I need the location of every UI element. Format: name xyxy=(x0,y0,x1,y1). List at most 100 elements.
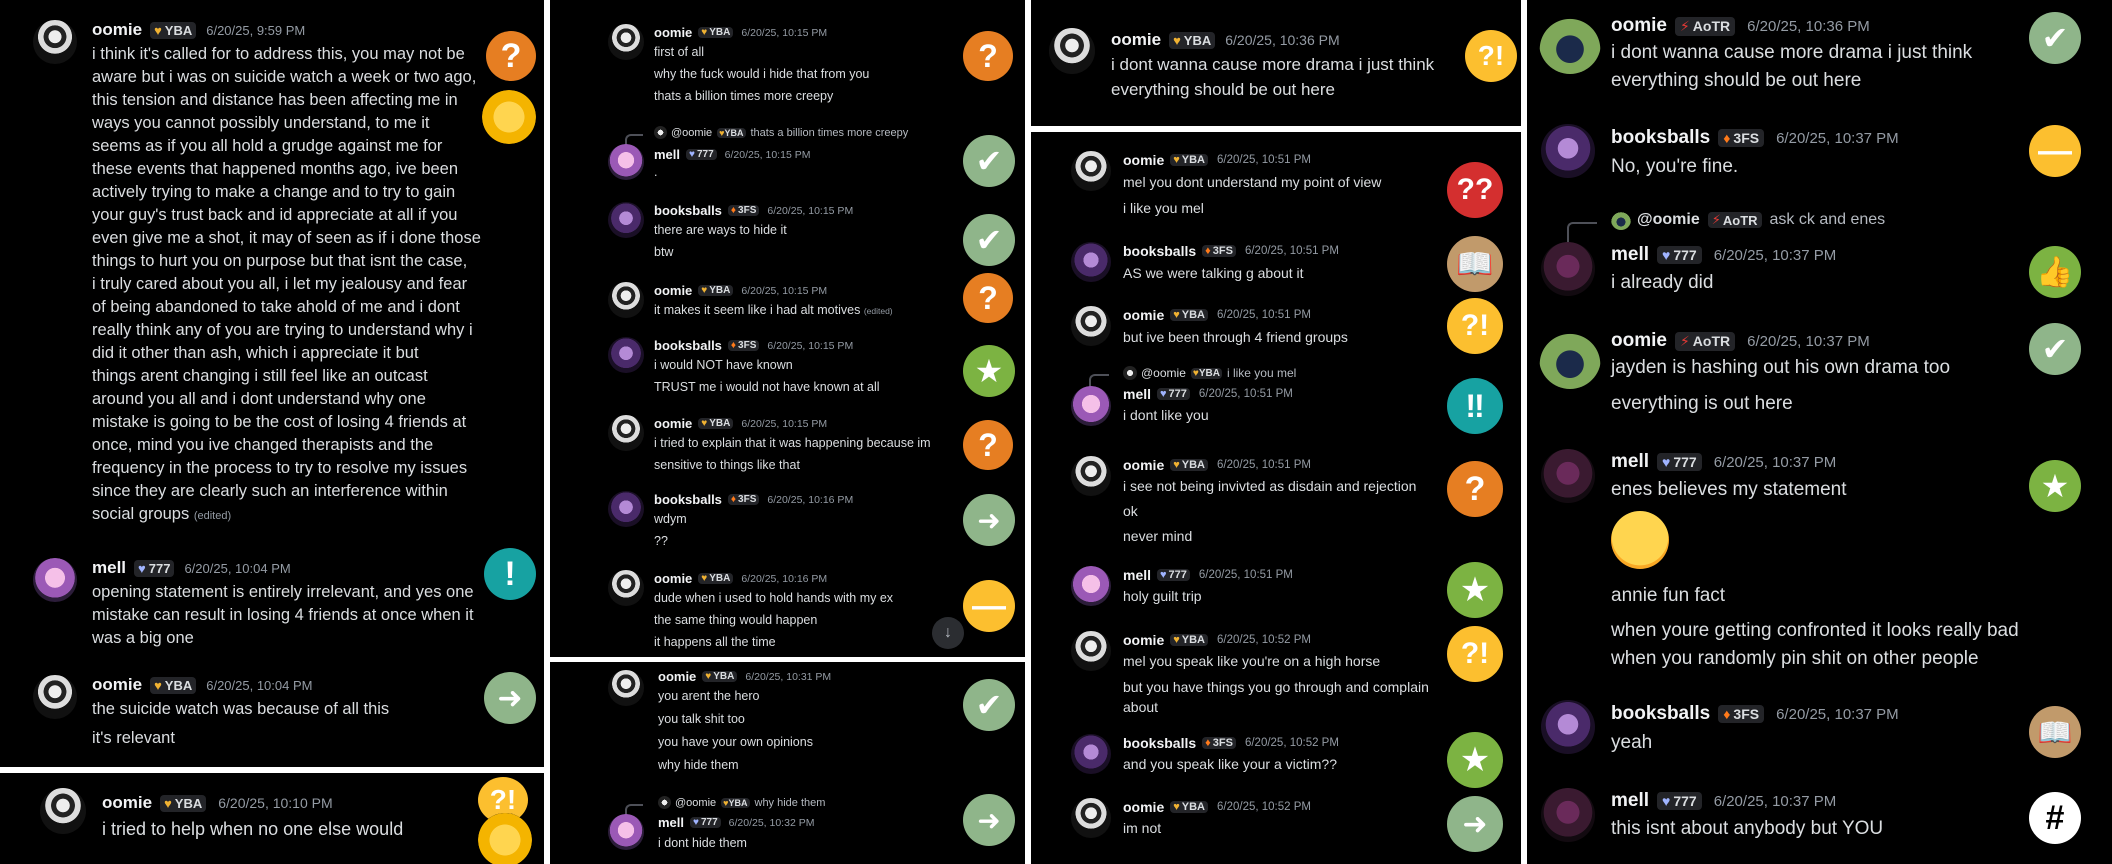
avatar-oomie[interactable] xyxy=(33,675,77,719)
avatar-oomie[interactable] xyxy=(1049,28,1095,74)
guild-tag[interactable]: ♥ YBA xyxy=(160,794,207,812)
guild-tag[interactable]: ♥ YBA xyxy=(698,573,734,584)
reply-preview[interactable]: @oomie ♥ YBA i like you mel xyxy=(1123,366,1296,380)
avatar-booksballs[interactable] xyxy=(1541,124,1595,178)
guild-tag[interactable]: ♥ 777 xyxy=(1157,388,1190,400)
reply-preview[interactable]: @oomie ♥ YBA why hide them xyxy=(658,796,825,809)
reaction-star[interactable]: ★ xyxy=(1447,562,1503,618)
avatar-oomie[interactable] xyxy=(1071,151,1111,191)
username[interactable]: oomie xyxy=(102,793,152,813)
guild-tag[interactable]: ♥ 777 xyxy=(1657,453,1702,471)
avatar-oomie[interactable] xyxy=(608,415,644,451)
username[interactable]: oomie xyxy=(1123,457,1164,473)
username[interactable]: oomie xyxy=(1611,330,1667,352)
reaction-interrobang[interactable]: ?! xyxy=(1447,298,1503,354)
reply-preview[interactable]: @oomie ⚡ AoTR ask ck and enes xyxy=(1611,210,1885,230)
guild-tag[interactable]: ♥ YBA xyxy=(150,21,197,39)
reaction-minus[interactable]: — xyxy=(963,580,1015,632)
avatar-mell[interactable] xyxy=(1071,386,1111,426)
username[interactable]: mell xyxy=(654,147,680,162)
username[interactable]: oomie xyxy=(654,283,692,298)
guild-tag[interactable]: ♥ YBA xyxy=(1170,154,1208,166)
guild-tag[interactable]: ♦ 3FS xyxy=(1202,245,1236,257)
username[interactable]: oomie xyxy=(1123,799,1164,815)
reaction-arrow-right[interactable]: ➜ xyxy=(1447,796,1503,852)
guild-tag[interactable]: ♥ 777 xyxy=(1157,569,1190,581)
username[interactable]: mell xyxy=(1123,386,1151,402)
avatar-oomie[interactable] xyxy=(1071,798,1111,838)
avatar-booksballs[interactable] xyxy=(608,491,644,527)
avatar-mell[interactable] xyxy=(1541,788,1595,842)
guild-tag[interactable]: ♦ 3FS xyxy=(1202,737,1236,749)
avatar-mell[interactable] xyxy=(1071,566,1111,606)
username[interactable]: oomie xyxy=(654,416,692,431)
reaction-question[interactable]: ? xyxy=(963,273,1013,323)
username[interactable]: booksballs xyxy=(1611,127,1710,149)
guild-tag[interactable]: ♥ YBA xyxy=(698,418,734,429)
guild-tag[interactable]: ♦ 3FS xyxy=(727,205,760,216)
reaction-double-question[interactable]: ?? xyxy=(1447,162,1503,218)
avatar-mell[interactable] xyxy=(1541,242,1595,296)
avatar-mell[interactable] xyxy=(608,814,644,850)
guild-tag[interactable]: ♥ 777 xyxy=(690,817,721,828)
reaction-question[interactable]: ? xyxy=(486,31,536,81)
guild-tag[interactable]: ♥ YBA xyxy=(698,285,734,296)
guild-tag[interactable]: ♦ 3FS xyxy=(1718,129,1765,147)
avatar-booksballs[interactable] xyxy=(608,337,644,373)
username[interactable]: mell xyxy=(1611,451,1649,473)
guild-tag[interactable]: ♥ 777 xyxy=(1657,246,1702,264)
avatar-mell[interactable] xyxy=(1541,449,1595,503)
username[interactable]: oomie xyxy=(1123,152,1164,168)
reaction-arrow-right[interactable]: ➜ xyxy=(963,794,1015,846)
reaction-book[interactable]: 📖 xyxy=(2029,706,2081,758)
reaction-exclamation[interactable]: ! xyxy=(484,548,536,600)
reaction-arrow-right[interactable]: ➜ xyxy=(484,672,536,724)
avatar-oomie[interactable] xyxy=(608,570,644,606)
reaction-interrobang[interactable]: ?! xyxy=(1447,626,1503,682)
guild-tag[interactable]: ♥ YBA xyxy=(1170,801,1208,813)
reply-preview[interactable]: @oomie ♥ YBA thats a billion times more c… xyxy=(654,126,908,139)
reaction-arrow-right[interactable]: ➜ xyxy=(963,494,1015,546)
reaction-interrobang[interactable]: ?! xyxy=(1465,30,1517,82)
guild-tag[interactable]: ♥ 777 xyxy=(686,149,717,160)
reaction-star[interactable]: ★ xyxy=(1447,732,1503,788)
reaction-hash[interactable]: # xyxy=(2029,792,2081,844)
avatar-frog[interactable] xyxy=(1539,327,1601,389)
reaction-star[interactable]: ★ xyxy=(963,345,1015,397)
guild-tag[interactable]: ♥ 777 xyxy=(134,559,175,577)
username[interactable]: booksballs xyxy=(1123,735,1196,751)
guild-tag[interactable]: ♥ YBA xyxy=(702,671,738,682)
reaction-question[interactable]: ? xyxy=(1447,461,1503,517)
username[interactable]: booksballs xyxy=(654,203,722,218)
reaction-book[interactable]: 📖 xyxy=(1447,236,1503,292)
guild-tag[interactable]: ♦ 3FS xyxy=(1718,705,1765,723)
guild-tag[interactable]: ♦ 3FS xyxy=(727,340,760,351)
guild-tag[interactable]: ♥ YBA xyxy=(1170,309,1208,321)
avatar-mell[interactable] xyxy=(608,144,644,180)
reaction-sponge[interactable] xyxy=(478,813,532,864)
username[interactable]: oomie xyxy=(1123,307,1164,323)
reaction-minus[interactable]: — xyxy=(2029,125,2081,177)
avatar-booksballs[interactable] xyxy=(1071,242,1111,282)
username[interactable]: oomie xyxy=(654,25,692,40)
guild-tag[interactable]: ⚡ AoTR xyxy=(1674,331,1736,351)
reaction-check[interactable]: ✔ xyxy=(963,214,1015,266)
avatar-oomie[interactable] xyxy=(33,20,77,64)
username[interactable]: booksballs xyxy=(654,492,722,507)
guild-tag[interactable]: ♦ 3FS xyxy=(727,494,760,505)
username[interactable]: mell xyxy=(92,558,126,578)
reaction-question[interactable]: ? xyxy=(963,31,1013,81)
avatar-oomie[interactable] xyxy=(608,24,644,60)
guild-tag[interactable]: ♥ YBA xyxy=(150,676,197,694)
reaction-double-exclamation[interactable]: ‼ xyxy=(1447,378,1503,434)
avatar-booksballs[interactable] xyxy=(1541,700,1595,754)
username[interactable]: oomie xyxy=(92,20,142,40)
avatar-frog[interactable] xyxy=(1539,12,1601,74)
username[interactable]: mell xyxy=(1123,567,1151,583)
avatar-oomie[interactable] xyxy=(1071,456,1111,496)
username[interactable]: booksballs xyxy=(1611,703,1710,725)
username[interactable]: oomie xyxy=(92,675,142,695)
reaction-check[interactable]: ✔ xyxy=(963,679,1015,731)
guild-tag[interactable]: ♥ YBA xyxy=(1169,31,1216,49)
username[interactable]: oomie xyxy=(1123,632,1164,648)
